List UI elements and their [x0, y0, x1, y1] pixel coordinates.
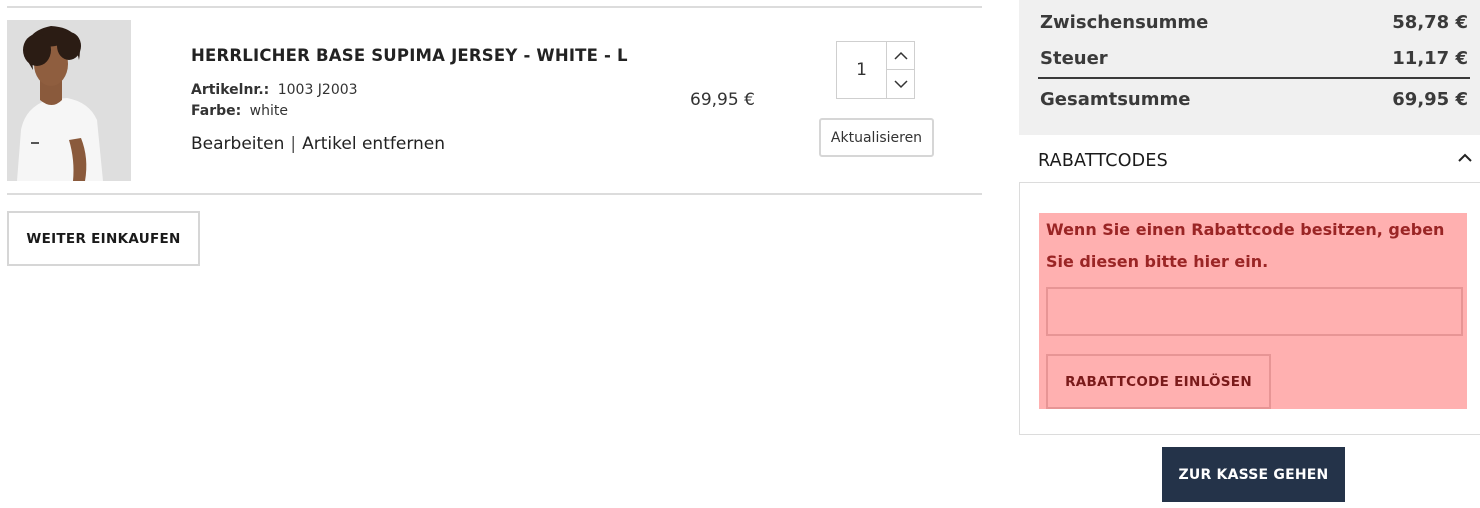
grand-total-value: 69,95 €	[1392, 89, 1468, 110]
update-cart-button[interactable]: Aktualisieren	[819, 118, 934, 157]
color-label: Farbe:	[191, 103, 242, 119]
checkout-button[interactable]: ZUR KASSE GEHEN	[1162, 447, 1345, 502]
subtotal-value: 58,78 €	[1392, 12, 1468, 33]
coupon-hint-text: Wenn Sie einen Rabattcode besitzen, gebe…	[1046, 220, 1445, 271]
coupon-panel: Wenn Sie einen Rabattcode besitzen, gebe…	[1019, 183, 1480, 435]
coupon-code-input[interactable]	[1046, 287, 1463, 336]
item-price: 69,95 €	[690, 90, 755, 110]
quantity-decrease-button[interactable]	[887, 70, 915, 98]
remove-item-link[interactable]: Artikel entfernen	[302, 134, 445, 154]
sku-label: Artikelnr.:	[191, 82, 270, 98]
product-name[interactable]: HERRLICHER BASE SUPIMA JERSEY - WHITE - …	[191, 46, 628, 65]
color-value: white	[249, 103, 288, 119]
continue-shopping-button[interactable]: WEITER EINKAUFEN	[7, 211, 200, 266]
tax-label: Steuer	[1040, 48, 1108, 69]
sku-value: 1003 J2003	[277, 82, 358, 98]
subtotal-label: Zwischensumme	[1040, 12, 1209, 33]
quantity-input[interactable]	[837, 42, 887, 98]
chevron-up-icon	[894, 51, 908, 60]
tax-value: 11,17 €	[1392, 48, 1468, 69]
grand-total-label: Gesamtsumme	[1040, 89, 1191, 110]
item-actions: Bearbeiten | Artikel entfernen	[191, 134, 445, 154]
coupon-form: Wenn Sie einen Rabattcode besitzen, gebe…	[1039, 213, 1467, 409]
quantity-stepper	[836, 41, 915, 99]
totals-divider	[1038, 77, 1470, 79]
quantity-increase-button[interactable]	[887, 42, 915, 70]
coupon-section-toggle[interactable]: RABATTCODES	[1019, 135, 1480, 183]
cart-top-divider	[7, 6, 982, 8]
order-totals: Zwischensumme 58,78 € Steuer 11,17 € Ges…	[1019, 0, 1480, 135]
coupon-section-title: RABATTCODES	[1038, 151, 1168, 171]
product-photo-illustration	[7, 20, 131, 181]
cart-bottom-divider	[7, 193, 982, 195]
chevron-up-icon	[1458, 153, 1472, 162]
tax-row: Steuer 11,17 €	[1040, 48, 1468, 69]
subtotal-row: Zwischensumme 58,78 €	[1040, 12, 1468, 33]
actions-separator: |	[290, 134, 297, 154]
product-image[interactable]	[7, 20, 131, 181]
chevron-down-icon	[894, 79, 908, 88]
edit-item-link[interactable]: Bearbeiten	[191, 134, 284, 154]
apply-coupon-button[interactable]: RABATTCODE EINLÖSEN	[1046, 354, 1271, 409]
sku-row: Artikelnr.: 1003 J2003	[191, 82, 358, 98]
color-row: Farbe: white	[191, 103, 288, 119]
grand-total-row: Gesamtsumme 69,95 €	[1040, 89, 1468, 110]
